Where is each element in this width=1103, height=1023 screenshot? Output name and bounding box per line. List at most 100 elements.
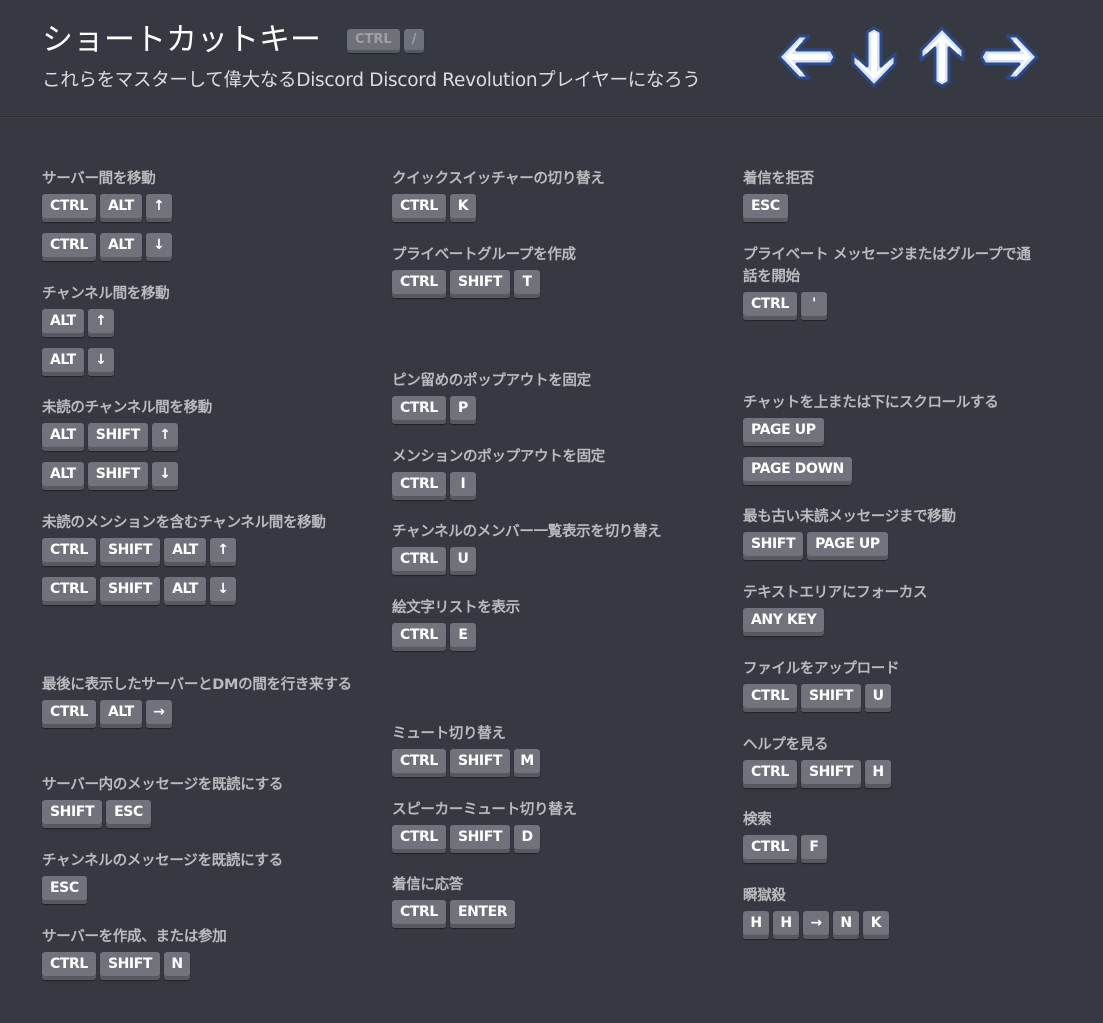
key-cap: CTRL: [743, 292, 797, 320]
key-cap: ALT: [164, 577, 206, 605]
shortcut-label: 最後に表示したサーバーとDMの間を行き来する: [42, 677, 352, 693]
key-cap: E: [449, 623, 476, 651]
shortcut-label: 着信を拒否: [743, 171, 814, 187]
title-row: ショートカットキー CTRL /: [42, 20, 425, 60]
shortcut-label: サーバー間を移動: [42, 171, 156, 187]
key-combo: ANY KEY: [743, 608, 1073, 636]
key-cap: CTRL: [42, 538, 96, 566]
shortcut-item: ファイルをアップロード CTRL SHIFT U: [743, 658, 1073, 712]
key-combo: CTRL SHIFT U: [743, 684, 1073, 712]
shortcut-item: 着信に応答 CTRL ENTER: [392, 874, 722, 928]
key-cap: CTRL: [392, 749, 446, 777]
shortcut-item: スピーカーミュート切り替え CTRL SHIFT D: [392, 799, 722, 853]
key-cap: H: [743, 911, 769, 939]
shortcut-label: ピン留めのポップアウトを固定: [392, 373, 591, 389]
page-title: ショートカットキー: [42, 22, 321, 58]
key-cap: →: [803, 911, 829, 939]
key-cap: CTRL: [743, 835, 797, 863]
key-cap: ↓: [151, 462, 178, 490]
key-cap: K: [863, 911, 889, 939]
key-cap: CTRL: [392, 825, 446, 853]
key-cap: H: [773, 911, 799, 939]
key-cap: /: [403, 29, 425, 53]
key-cap: H: [865, 760, 892, 788]
shortcut-item: サーバー間を移動 CTRL ALT ↑ CTRL ALT ↓: [42, 168, 372, 261]
key-cap: U: [449, 547, 476, 575]
shortcut-label: クイックスイッチャーの切り替え: [392, 171, 605, 187]
key-combo: CTRL SHIFT N: [42, 952, 372, 980]
key-cap: D: [514, 825, 541, 853]
shortcut-item: チャンネルのメッセージを既読にする ESC: [42, 850, 372, 904]
key-cap: SHIFT: [99, 952, 161, 980]
key-cap: CTRL: [392, 900, 446, 928]
key-combo: CTRL SHIFT M: [392, 749, 722, 777]
shortcut-item: サーバーを作成、または参加 CTRL SHIFT N: [42, 926, 372, 980]
key-cap: CTRL: [42, 233, 96, 261]
key-cap: ESC: [743, 194, 788, 222]
key-cap: CTRL: [42, 952, 96, 980]
key-cap: ANY KEY: [743, 608, 825, 636]
key-cap: N: [833, 911, 859, 939]
key-cap: PAGE UP: [807, 532, 888, 560]
shortcut-label: プライベートグループを作成: [392, 247, 576, 263]
key-cap: ↓: [145, 233, 172, 261]
key-cap: ESC: [106, 800, 151, 828]
shortcut-label: チャンネル間を移動: [42, 286, 170, 302]
key-cap: ALT: [99, 194, 142, 222]
key-cap: SHIFT: [800, 684, 862, 712]
key-cap: ALT: [99, 700, 142, 728]
shortcut-label: 着信に応答: [392, 877, 463, 893]
shortcut-label: チャットを上または下にスクロールする: [743, 395, 999, 411]
key-combo: CTRL ENTER: [392, 900, 722, 928]
shortcut-label: 最も古い未読メッセージまで移動: [743, 509, 956, 525]
shortcut-label: チャンネルのメッセージを既読にする: [42, 853, 283, 869]
shortcut-label: 検索: [743, 812, 772, 828]
key-cap: CTRL: [743, 684, 797, 712]
key-combo: CTRL SHIFT H: [743, 760, 1073, 788]
key-cap: SHIFT: [99, 577, 161, 605]
key-combo: ALT ↑: [42, 309, 372, 337]
key-cap: ↓: [87, 348, 114, 376]
key-combo: PAGE UP: [743, 418, 1073, 446]
key-cap: ALT: [42, 462, 84, 490]
key-cap: ALT: [164, 538, 206, 566]
key-combo: CTRL ALT ↑: [42, 194, 372, 222]
key-cap: CTRL: [392, 623, 446, 651]
shortcut-label: 瞬獄殺: [743, 888, 786, 904]
key-cap: N: [164, 952, 191, 980]
shortcut-item: ピン留めのポップアウトを固定 CTRL P: [392, 370, 722, 424]
shortcut-item: 検索 CTRL F: [743, 809, 1073, 863]
key-combo: CTRL ALT ↓: [42, 233, 372, 261]
key-cap: CTRL: [392, 194, 446, 222]
shortcut-label: サーバーを作成、または参加: [42, 929, 227, 945]
key-combo: CTRL F: [743, 835, 1073, 863]
key-combo: CTRL ': [743, 292, 1073, 320]
key-cap: SHIFT: [800, 760, 862, 788]
key-cap: ENTER: [449, 900, 516, 928]
key-cap: ↑: [151, 423, 178, 451]
key-combo: CTRL P: [392, 396, 722, 424]
key-combo: SHIFT ESC: [42, 800, 372, 828]
ddr-arrows: [775, 24, 1041, 90]
key-cap: ALT: [99, 233, 142, 261]
shortcuts-header: ショートカットキー CTRL / これらをマスターして偉大なるDiscord D…: [0, 0, 1103, 117]
key-cap: CTRL: [392, 547, 446, 575]
key-cap: SHIFT: [449, 270, 511, 298]
key-cap: CTRL: [392, 472, 446, 500]
shortcut-item: メンションのポップアウトを固定 CTRL I: [392, 446, 722, 500]
key-cap: CTRL: [392, 270, 446, 298]
key-cap: U: [865, 684, 892, 712]
shortcut-item: クイックスイッチャーの切り替え CTRL K: [392, 168, 722, 222]
key-combo: CTRL SHIFT T: [392, 270, 722, 298]
shortcut-label: 未読のメンションを含むチャンネル間を移動: [42, 515, 326, 531]
key-cap: CTRL: [42, 700, 96, 728]
shortcut-item: 最も古い未読メッセージまで移動 SHIFT PAGE UP: [743, 506, 1073, 560]
key-cap: SHIFT: [87, 462, 148, 490]
shortcut-item: テキストエリアにフォーカス ANY KEY: [743, 582, 1073, 636]
key-combo: CTRL ALT →: [42, 700, 372, 728]
key-cap: CTRL: [42, 577, 96, 605]
arrow-down-icon: [851, 26, 897, 88]
key-cap: PAGE DOWN: [743, 457, 852, 485]
key-combo: CTRL SHIFT ALT ↑: [42, 538, 372, 566]
key-cap: SHIFT: [42, 800, 103, 828]
